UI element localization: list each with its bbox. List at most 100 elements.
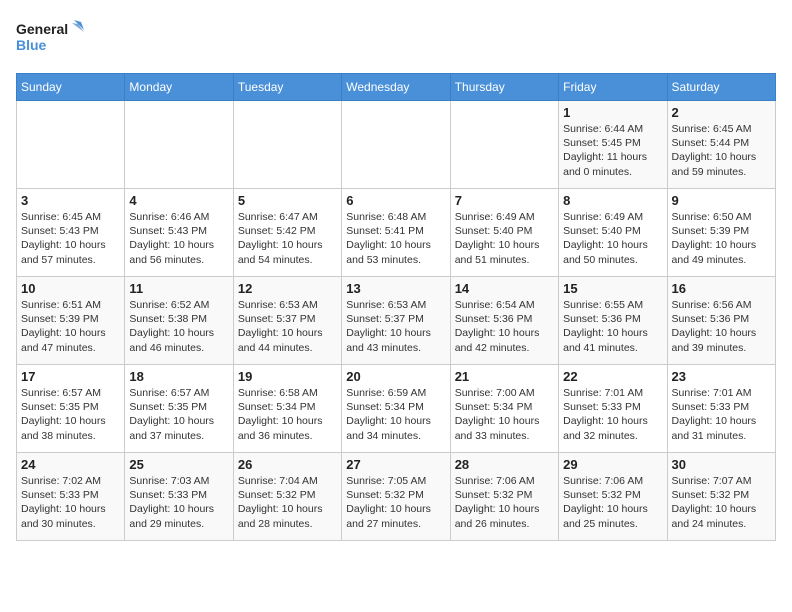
day-info: Sunrise: 6:53 AM Sunset: 5:37 PM Dayligh… [238,298,337,355]
calendar-day-cell: 10 Sunrise: 6:51 AM Sunset: 5:39 PM Dayli… [17,277,125,365]
calendar-day-cell [17,101,125,189]
day-info: Sunrise: 6:53 AM Sunset: 5:37 PM Dayligh… [346,298,445,355]
calendar-body: 1 Sunrise: 6:44 AM Sunset: 5:45 PM Daylig… [17,101,776,541]
calendar-day-cell: 8Sunrise: 6:49 AM Sunset: 5:40 PM Daylig… [559,189,667,277]
calendar-day-cell: 2 Sunrise: 6:45 AM Sunset: 5:44 PM Daylig… [667,101,775,189]
day-info: Sunrise: 7:01 AM Sunset: 5:33 PM Dayligh… [563,386,662,443]
day-number: 20 [346,369,445,384]
day-of-week-header: Sunday [17,74,125,101]
day-info: Sunrise: 7:01 AM Sunset: 5:33 PM Dayligh… [672,386,771,443]
day-of-week-header: Monday [125,74,233,101]
day-number: 6 [346,193,445,208]
calendar-day-cell: 26 Sunrise: 7:04 AM Sunset: 5:32 PM Dayli… [233,453,341,541]
day-number: 29 [563,457,662,472]
day-number: 19 [238,369,337,384]
calendar-day-cell: 13Sunrise: 6:53 AM Sunset: 5:37 PM Dayli… [342,277,450,365]
day-info: Sunrise: 6:49 AM Sunset: 5:40 PM Dayligh… [455,210,554,267]
calendar-day-cell: 18Sunrise: 6:57 AM Sunset: 5:35 PM Dayli… [125,365,233,453]
day-of-week-header: Friday [559,74,667,101]
logo: General Blue [16,16,86,61]
calendar-day-cell: 30 Sunrise: 7:07 AM Sunset: 5:32 PM Dayli… [667,453,775,541]
calendar-day-cell: 4 Sunrise: 6:46 AM Sunset: 5:43 PM Daylig… [125,189,233,277]
calendar-week-row: 1 Sunrise: 6:44 AM Sunset: 5:45 PM Daylig… [17,101,776,189]
day-number: 12 [238,281,337,296]
day-number: 27 [346,457,445,472]
day-number: 1 [563,105,662,120]
day-info: Sunrise: 6:44 AM Sunset: 5:45 PM Dayligh… [563,122,662,179]
day-number: 26 [238,457,337,472]
day-number: 15 [563,281,662,296]
day-info: Sunrise: 6:49 AM Sunset: 5:40 PM Dayligh… [563,210,662,267]
day-info: Sunrise: 7:05 AM Sunset: 5:32 PM Dayligh… [346,474,445,531]
day-number: 30 [672,457,771,472]
day-info: Sunrise: 6:50 AM Sunset: 5:39 PM Dayligh… [672,210,771,267]
calendar-week-row: 17 Sunrise: 6:57 AM Sunset: 5:35 PM Dayli… [17,365,776,453]
day-number: 18 [129,369,228,384]
calendar-table: SundayMondayTuesdayWednesdayThursdayFrid… [16,73,776,541]
calendar-day-cell: 23 Sunrise: 7:01 AM Sunset: 5:33 PM Dayli… [667,365,775,453]
day-info: Sunrise: 6:48 AM Sunset: 5:41 PM Dayligh… [346,210,445,267]
day-number: 23 [672,369,771,384]
day-number: 21 [455,369,554,384]
day-number: 25 [129,457,228,472]
day-info: Sunrise: 7:06 AM Sunset: 5:32 PM Dayligh… [455,474,554,531]
calendar-day-cell [233,101,341,189]
day-number: 17 [21,369,120,384]
day-number: 16 [672,281,771,296]
calendar-day-cell: 9 Sunrise: 6:50 AM Sunset: 5:39 PM Daylig… [667,189,775,277]
calendar-day-cell: 15 Sunrise: 6:55 AM Sunset: 5:36 PM Dayli… [559,277,667,365]
calendar-day-cell: 22Sunrise: 7:01 AM Sunset: 5:33 PM Dayli… [559,365,667,453]
calendar-day-cell: 24 Sunrise: 7:02 AM Sunset: 5:33 PM Dayli… [17,453,125,541]
day-info: Sunrise: 6:45 AM Sunset: 5:43 PM Dayligh… [21,210,120,267]
day-of-week-header: Thursday [450,74,558,101]
calendar-day-cell: 6 Sunrise: 6:48 AM Sunset: 5:41 PM Daylig… [342,189,450,277]
calendar-day-cell: 1 Sunrise: 6:44 AM Sunset: 5:45 PM Daylig… [559,101,667,189]
calendar-day-cell: 16Sunrise: 6:56 AM Sunset: 5:36 PM Dayli… [667,277,775,365]
day-number: 2 [672,105,771,120]
day-number: 10 [21,281,120,296]
logo-svg: General Blue [16,16,86,61]
day-number: 14 [455,281,554,296]
calendar-day-cell: 12 Sunrise: 6:53 AM Sunset: 5:37 PM Dayli… [233,277,341,365]
svg-text:General: General [16,21,68,37]
calendar-day-cell [342,101,450,189]
calendar-day-cell: 20 Sunrise: 6:59 AM Sunset: 5:34 PM Dayli… [342,365,450,453]
day-info: Sunrise: 7:04 AM Sunset: 5:32 PM Dayligh… [238,474,337,531]
day-info: Sunrise: 7:02 AM Sunset: 5:33 PM Dayligh… [21,474,120,531]
day-info: Sunrise: 6:59 AM Sunset: 5:34 PM Dayligh… [346,386,445,443]
calendar-week-row: 10 Sunrise: 6:51 AM Sunset: 5:39 PM Dayli… [17,277,776,365]
day-info: Sunrise: 6:54 AM Sunset: 5:36 PM Dayligh… [455,298,554,355]
calendar-day-cell: 14 Sunrise: 6:54 AM Sunset: 5:36 PM Dayli… [450,277,558,365]
calendar-week-row: 24 Sunrise: 7:02 AM Sunset: 5:33 PM Dayli… [17,453,776,541]
day-of-week-header: Saturday [667,74,775,101]
day-info: Sunrise: 6:51 AM Sunset: 5:39 PM Dayligh… [21,298,120,355]
day-info: Sunrise: 7:07 AM Sunset: 5:32 PM Dayligh… [672,474,771,531]
day-number: 24 [21,457,120,472]
calendar-day-cell: 28 Sunrise: 7:06 AM Sunset: 5:32 PM Dayli… [450,453,558,541]
day-info: Sunrise: 6:46 AM Sunset: 5:43 PM Dayligh… [129,210,228,267]
day-number: 7 [455,193,554,208]
day-number: 3 [21,193,120,208]
day-info: Sunrise: 6:55 AM Sunset: 5:36 PM Dayligh… [563,298,662,355]
day-info: Sunrise: 7:00 AM Sunset: 5:34 PM Dayligh… [455,386,554,443]
day-info: Sunrise: 6:58 AM Sunset: 5:34 PM Dayligh… [238,386,337,443]
calendar-day-cell: 5 Sunrise: 6:47 AM Sunset: 5:42 PM Daylig… [233,189,341,277]
calendar-day-cell: 25Sunrise: 7:03 AM Sunset: 5:33 PM Dayli… [125,453,233,541]
day-number: 28 [455,457,554,472]
calendar-day-cell: 29 Sunrise: 7:06 AM Sunset: 5:32 PM Dayli… [559,453,667,541]
day-of-week-header: Tuesday [233,74,341,101]
day-info: Sunrise: 7:06 AM Sunset: 5:32 PM Dayligh… [563,474,662,531]
day-number: 4 [129,193,228,208]
calendar-week-row: 3 Sunrise: 6:45 AM Sunset: 5:43 PM Daylig… [17,189,776,277]
day-number: 5 [238,193,337,208]
day-info: Sunrise: 6:57 AM Sunset: 5:35 PM Dayligh… [21,386,120,443]
day-info: Sunrise: 6:47 AM Sunset: 5:42 PM Dayligh… [238,210,337,267]
calendar-day-cell [125,101,233,189]
day-number: 11 [129,281,228,296]
day-info: Sunrise: 6:52 AM Sunset: 5:38 PM Dayligh… [129,298,228,355]
calendar-day-cell: 3 Sunrise: 6:45 AM Sunset: 5:43 PM Daylig… [17,189,125,277]
day-info: Sunrise: 6:45 AM Sunset: 5:44 PM Dayligh… [672,122,771,179]
svg-text:Blue: Blue [16,37,47,53]
day-number: 9 [672,193,771,208]
calendar-day-cell: 27 Sunrise: 7:05 AM Sunset: 5:32 PM Dayli… [342,453,450,541]
